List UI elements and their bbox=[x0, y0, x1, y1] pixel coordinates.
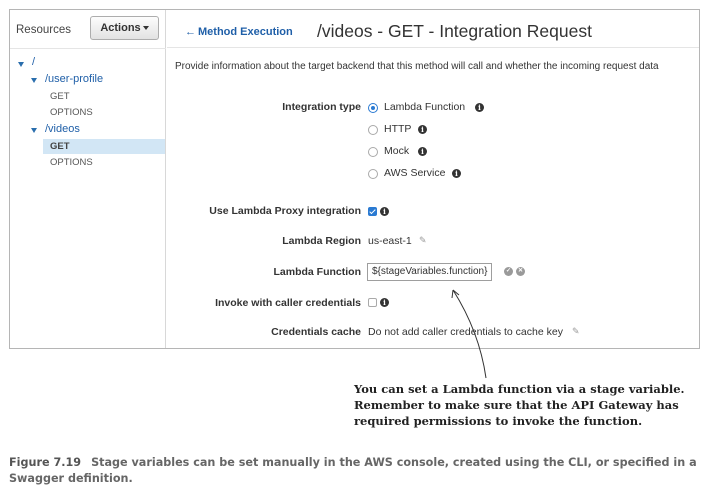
integration-type-label: Integration type bbox=[282, 101, 361, 113]
intro-text: Provide information about the target bac… bbox=[175, 61, 659, 72]
back-label: Method Execution bbox=[198, 26, 293, 38]
info-icon[interactable]: i bbox=[475, 103, 484, 112]
cancel-x-icon[interactable]: ✕ bbox=[516, 267, 525, 276]
callout-line: Remember to make sure that the API Gatew… bbox=[354, 398, 679, 412]
callout-annotation: You can set a Lambda function via a stag… bbox=[354, 381, 704, 429]
callout-line: required permissions to invoke the funct… bbox=[354, 414, 643, 428]
edit-pencil-icon[interactable]: ✎ bbox=[419, 235, 427, 246]
resources-sidebar: Resources Actions / /user-profile GET OP… bbox=[10, 10, 166, 348]
option-mock-label: Mock bbox=[384, 145, 410, 157]
invoke-credentials-checkbox[interactable] bbox=[368, 298, 377, 307]
header-divider bbox=[167, 47, 699, 48]
lambda-region-label: Lambda Region bbox=[282, 235, 361, 247]
expand-triangle-icon[interactable] bbox=[18, 62, 24, 67]
lambda-function-label: Lambda Function bbox=[273, 266, 362, 278]
expand-triangle-icon[interactable] bbox=[31, 128, 37, 133]
resources-title: Resources bbox=[16, 24, 71, 36]
credentials-cache-label: Credentials cache bbox=[271, 326, 361, 338]
tree-item-videos[interactable]: /videos bbox=[45, 123, 80, 135]
tree-method-get[interactable]: GET bbox=[50, 91, 70, 102]
api-gateway-console: Resources Actions / /user-profile GET OP… bbox=[9, 9, 700, 349]
info-icon[interactable]: i bbox=[380, 207, 389, 216]
lambda-function-input[interactable]: ${stageVariables.function} bbox=[367, 263, 493, 281]
radio-mock[interactable] bbox=[368, 147, 378, 157]
credentials-cache-value: Do not add caller credentials to cache k… bbox=[368, 326, 563, 338]
edit-pencil-icon[interactable]: ✎ bbox=[572, 326, 580, 337]
tree-method-get-selected[interactable]: GET bbox=[50, 141, 70, 152]
page-title: /videos - GET - Integration Request bbox=[317, 21, 592, 41]
option-http-label: HTTP bbox=[384, 123, 412, 135]
tree-item-user-profile[interactable]: /user-profile bbox=[45, 73, 103, 85]
info-icon[interactable]: i bbox=[452, 169, 461, 178]
arrow-left-icon: ← bbox=[185, 26, 196, 38]
proxy-integration-checkbox[interactable] bbox=[368, 207, 377, 216]
caption-text: Stage variables can be set manually in t… bbox=[9, 456, 697, 485]
figure-caption: Figure 7.19 Stage variables can be set ma… bbox=[9, 455, 699, 487]
sidebar-divider bbox=[10, 48, 166, 49]
actions-button[interactable]: Actions bbox=[90, 16, 159, 40]
info-icon[interactable]: i bbox=[380, 298, 389, 307]
radio-aws-service[interactable] bbox=[368, 169, 378, 179]
actions-label: Actions bbox=[100, 22, 141, 34]
radio-lambda-function[interactable] bbox=[368, 103, 378, 113]
proxy-integration-label: Use Lambda Proxy integration bbox=[209, 205, 361, 217]
invoke-credentials-label: Invoke with caller credentials bbox=[215, 297, 361, 309]
figure-number: Figure 7.19 bbox=[9, 456, 82, 469]
tree-method-options[interactable]: OPTIONS bbox=[50, 107, 93, 118]
radio-http[interactable] bbox=[368, 125, 378, 135]
expand-triangle-icon[interactable] bbox=[31, 78, 37, 83]
caret-down-icon bbox=[142, 26, 149, 30]
tree-item-root[interactable]: / bbox=[32, 56, 35, 68]
confirm-check-icon[interactable]: ✓ bbox=[504, 267, 513, 276]
option-lambda-function-label: Lambda Function bbox=[384, 101, 466, 113]
lambda-region-value: us-east-1 bbox=[368, 235, 412, 247]
info-icon[interactable]: i bbox=[418, 147, 427, 156]
tree-method-options[interactable]: OPTIONS bbox=[50, 157, 93, 168]
option-aws-service-label: AWS Service bbox=[384, 167, 446, 179]
integration-request-panel: ← Method Execution /videos - GET - Integr… bbox=[167, 10, 699, 348]
info-icon[interactable]: i bbox=[418, 125, 427, 134]
callout-line: You can set a Lambda function via a stag… bbox=[354, 382, 685, 396]
method-execution-link[interactable]: ← Method Execution bbox=[185, 26, 293, 38]
